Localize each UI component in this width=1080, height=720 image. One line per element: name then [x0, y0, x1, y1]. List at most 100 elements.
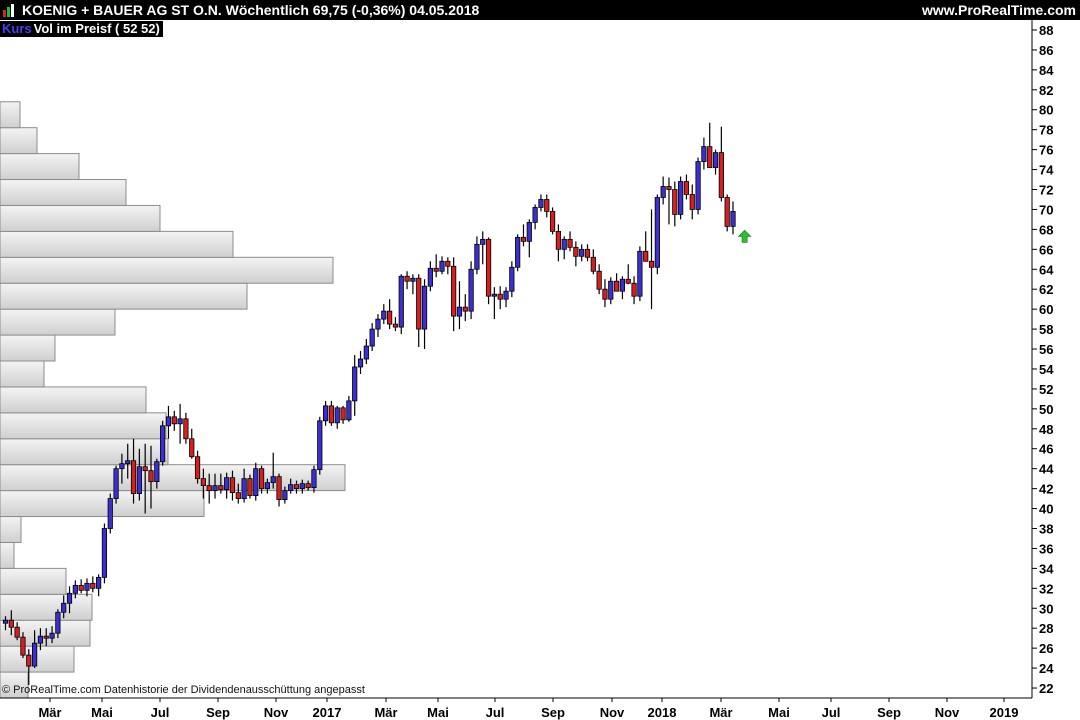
candle-body: [247, 478, 253, 496]
y-tick-label: 36: [1039, 541, 1053, 556]
candle-body: [8, 619, 14, 628]
candle-body: [491, 293, 497, 297]
volume-profile-bar: [0, 386, 147, 414]
y-tick-label: 68: [1039, 222, 1053, 237]
y-tick-label: 86: [1039, 43, 1053, 58]
price-chart[interactable]: 22 24 26 28 30 32 34 36 38 40 42 44 46 48 50 52 54 56 58 60…: [0, 0, 1080, 720]
candle-body: [439, 260, 445, 272]
candle-body: [602, 288, 608, 300]
candle-body: [387, 310, 393, 325]
candle-body: [299, 483, 305, 490]
copyright-note: © ProRealTime.com Datenhistorie der Divi…: [2, 684, 365, 696]
candle-body: [288, 484, 294, 492]
volume-profile-bar: [0, 593, 93, 621]
volume-profile-bar: [0, 334, 56, 362]
candle-body: [346, 400, 352, 421]
candle-body: [206, 485, 212, 492]
candle-body: [14, 626, 20, 638]
candle-body: [596, 270, 602, 290]
candle-body: [701, 146, 707, 162]
candle-body: [101, 528, 108, 578]
candle-body: [165, 416, 172, 427]
candle-body: [695, 161, 701, 210]
x-tick-label: Mär: [38, 705, 61, 720]
y-tick-label: 52: [1039, 382, 1053, 397]
candle-body: [474, 243, 480, 270]
volume-profile-bar: [0, 308, 116, 336]
candle-body: [357, 358, 364, 368]
candle-body: [637, 250, 643, 297]
candle-body: [520, 236, 527, 242]
y-tick-label: 42: [1039, 482, 1053, 497]
x-tick-label: Mär: [374, 705, 397, 720]
candle-body: [113, 468, 119, 499]
candle-body: [590, 256, 596, 272]
candle-body: [468, 268, 474, 312]
candle-body: [322, 405, 329, 422]
candle-body: [614, 280, 620, 292]
y-tick-label: 50: [1039, 402, 1053, 417]
x-tick-label: Nov: [935, 705, 960, 720]
x-tick-label: Mai: [768, 705, 790, 720]
candle-body: [142, 466, 148, 472]
candle-body: [26, 654, 32, 667]
y-tick-label: 78: [1039, 123, 1053, 138]
volume-profile-bar: [0, 204, 161, 232]
candle-body: [421, 285, 428, 330]
volume-profile-bar: [0, 101, 21, 129]
volume-profile-bar: [0, 541, 15, 569]
candle-body: [544, 199, 550, 212]
candle-body: [683, 181, 690, 195]
candle-body: [503, 290, 509, 300]
candle-body: [480, 238, 486, 245]
candle-body: [352, 366, 358, 402]
candle-body: [253, 468, 259, 496]
volume-profile-bar: [0, 179, 127, 206]
candle-body: [712, 152, 719, 168]
y-tick-label: 56: [1039, 342, 1053, 357]
candle-body: [130, 460, 137, 495]
x-tick-label: Sep: [877, 705, 901, 720]
candle-body: [32, 642, 38, 667]
candle-body: [538, 199, 544, 208]
y-tick-label: 72: [1039, 183, 1053, 198]
y-tick-label: 82: [1039, 83, 1053, 98]
candle-body: [317, 420, 323, 471]
candle-body: [61, 602, 67, 613]
candle-body: [37, 635, 44, 644]
candle-body: [224, 477, 230, 491]
volume-profile-bar: [0, 516, 22, 543]
y-tick-label: 30: [1039, 601, 1053, 616]
candle-body: [241, 478, 247, 499]
x-tick-label: 2019: [990, 705, 1019, 720]
x-tick-label: Jul: [822, 705, 841, 720]
y-tick-label: 54: [1039, 362, 1054, 377]
candle-body: [456, 306, 463, 317]
candle-body: [136, 466, 142, 495]
candle-body: [619, 278, 626, 292]
candle-body: [78, 584, 84, 591]
y-tick-label: 26: [1039, 641, 1053, 656]
candle-body: [183, 418, 189, 440]
candle-body: [363, 345, 369, 360]
y-tick-label: 60: [1039, 302, 1053, 317]
candle-body: [55, 611, 61, 634]
candle-body: [43, 635, 49, 639]
x-tick-label: Nov: [600, 705, 625, 720]
y-tick-label: 84: [1039, 63, 1054, 78]
candle-body: [340, 407, 346, 421]
y-tick-label: 62: [1039, 282, 1053, 297]
candle-body: [189, 438, 195, 458]
candle-body: [200, 478, 206, 487]
candle-body: [84, 582, 90, 591]
y-tick-label: 32: [1039, 581, 1053, 596]
candle-body: [526, 222, 532, 242]
x-tick-label: Sep: [541, 705, 565, 720]
candle-body: [20, 636, 26, 656]
candle-body: [125, 460, 131, 465]
candle-body: [107, 498, 113, 529]
candle-body: [398, 275, 404, 328]
candle-body: [119, 463, 125, 470]
x-tick-label: Sep: [206, 705, 230, 720]
y-tick-label: 88: [1039, 23, 1053, 38]
